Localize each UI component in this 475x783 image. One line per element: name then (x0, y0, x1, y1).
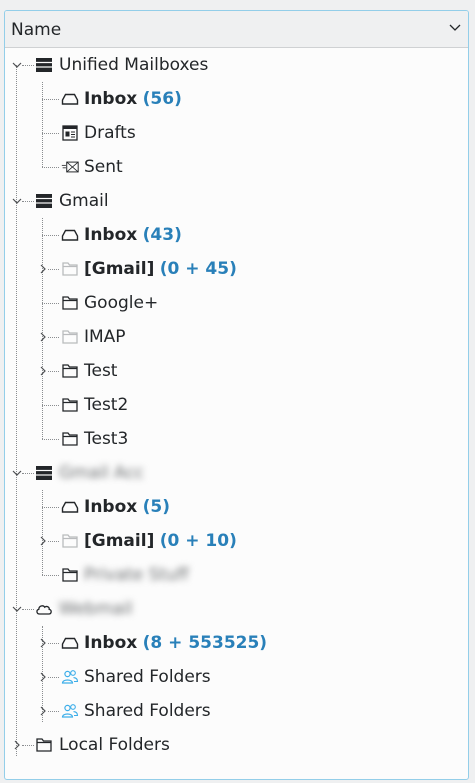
folder-label: Drafts (84, 123, 136, 143)
chevron-right-icon[interactable] (38, 536, 48, 546)
folder-icon (62, 568, 78, 582)
chevron-down-icon[interactable] (448, 21, 462, 35)
account-3[interactable]: Gmail Acc (5, 456, 468, 490)
folder-icon (62, 534, 78, 548)
chevron-right-icon[interactable] (38, 638, 48, 648)
folder-label: Google+ (84, 293, 159, 313)
folder-drafts[interactable]: Drafts (5, 116, 468, 150)
account-label: Unified Mailboxes (59, 55, 209, 75)
folder-icon (62, 432, 78, 446)
folder-icon (62, 398, 78, 412)
inbox-icon (61, 637, 79, 649)
cloud-icon (36, 605, 52, 615)
inbox-icon (61, 501, 79, 513)
chevron-right-icon[interactable] (38, 332, 48, 342)
sent-icon (61, 161, 79, 173)
folder-test[interactable]: Test (5, 354, 468, 388)
unread-count: (5) (142, 497, 171, 517)
folder-test2[interactable]: Test2 (5, 388, 468, 422)
folder-label: Test (84, 361, 118, 381)
account-label: Gmail (59, 191, 109, 211)
folder-shared-folders[interactable]: Shared Folders (5, 694, 468, 728)
unread-count: (43) (142, 225, 182, 245)
folder-icon (62, 296, 78, 310)
folder-icon (62, 262, 78, 276)
folder-shared-folders[interactable]: Shared Folders (5, 660, 468, 694)
account-label: Webmail (59, 599, 133, 619)
column-header[interactable]: Name (5, 11, 468, 48)
chevron-down-icon[interactable] (12, 196, 22, 206)
folder-test3[interactable]: Test3 (5, 422, 468, 456)
folder-sent[interactable]: Sent (5, 150, 468, 184)
folder-icon (62, 364, 78, 378)
folder-google-plus[interactable]: Google+ (5, 286, 468, 320)
chevron-down-icon[interactable] (12, 60, 22, 70)
drafts-icon (62, 125, 78, 141)
folder-imap[interactable]: IMAP (5, 320, 468, 354)
shared-folder-icon (61, 704, 79, 718)
folder-label: [Gmail] (84, 259, 155, 279)
folder-label: Inbox (84, 497, 138, 517)
account-icon (36, 194, 52, 208)
chevron-down-icon[interactable] (12, 604, 22, 614)
account-label: Local Folders (59, 735, 170, 755)
account-local-folders[interactable]: Local Folders (5, 728, 468, 762)
chevron-right-icon[interactable] (12, 740, 22, 750)
inbox-icon (61, 229, 79, 241)
account-4[interactable]: Webmail (5, 592, 468, 626)
folder-gmail[interactable]: [Gmail] (0 + 10) (5, 524, 468, 558)
chevron-right-icon[interactable] (38, 264, 48, 274)
shared-folder-icon (61, 670, 79, 684)
chevron-right-icon[interactable] (38, 672, 48, 682)
folder-inbox[interactable]: Inbox (8 + 553525) (5, 626, 468, 660)
folder-gmail[interactable]: [Gmail] (0 + 45) (5, 252, 468, 286)
unread-count: (0 + 10) (159, 531, 237, 551)
account-unified-mailboxes[interactable]: Unified Mailboxes (5, 48, 468, 82)
folder-icon (62, 330, 78, 344)
folder-inbox[interactable]: Inbox (5) (5, 490, 468, 524)
folder-label: Inbox (84, 89, 138, 109)
name-column-label: Name (11, 20, 62, 40)
unread-count: (56) (142, 89, 182, 109)
folder-inbox[interactable]: Inbox (56) (5, 82, 468, 116)
account-icon (36, 466, 52, 480)
folder-tree: Unified Mailboxes Inbox (56) Drafts Sent… (5, 48, 468, 779)
chevron-down-icon[interactable] (12, 468, 22, 478)
unread-count: (0 + 45) (159, 259, 237, 279)
inbox-icon (61, 93, 79, 105)
chevron-right-icon[interactable] (38, 706, 48, 716)
folder-label: Test2 (84, 395, 129, 415)
folder-label: Private Stuff (84, 565, 189, 585)
folder-label: Shared Folders (84, 667, 211, 687)
folder-tree-panel: Name Unified Mailboxes Inbox (56) Drafts… (4, 10, 469, 780)
folder-label: [Gmail] (84, 531, 155, 551)
folder-label: Inbox (84, 633, 138, 653)
folder-label: Test3 (84, 429, 129, 449)
account-gmail[interactable]: Gmail (5, 184, 468, 218)
account-icon (36, 58, 52, 72)
account-label: Gmail Acc (59, 463, 145, 483)
unread-count: (8 + 553525) (142, 633, 268, 653)
folder-label: Sent (84, 157, 123, 177)
folder-private[interactable]: Private Stuff (5, 558, 468, 592)
folder-label: IMAP (84, 327, 126, 347)
folder-label: Inbox (84, 225, 138, 245)
chevron-right-icon[interactable] (38, 366, 48, 376)
folder-inbox[interactable]: Inbox (43) (5, 218, 468, 252)
folder-icon (36, 738, 52, 752)
folder-label: Shared Folders (84, 701, 211, 721)
